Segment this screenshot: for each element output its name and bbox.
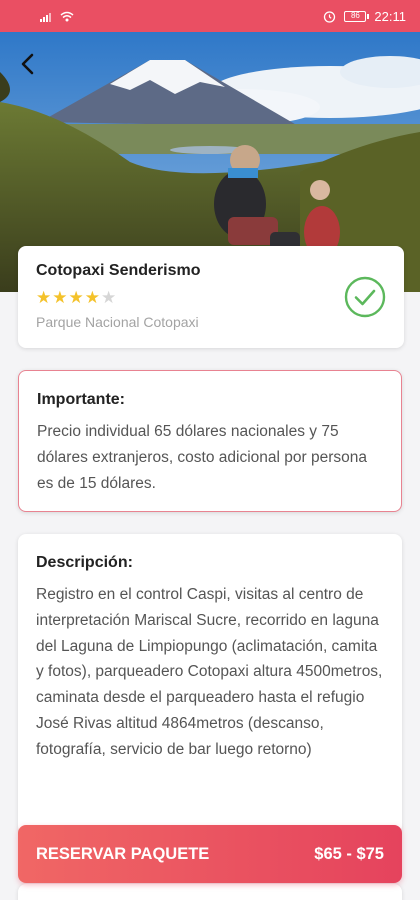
star-icon: ★	[84, 288, 101, 307]
alarm-icon	[324, 10, 336, 23]
important-text: Precio individual 65 dólares nacionales …	[37, 423, 367, 492]
signal-icon	[40, 12, 51, 22]
battery-icon: 86	[344, 10, 370, 22]
package-location: Parque Nacional Cotopaxi	[36, 314, 199, 330]
star-icon: ★	[52, 288, 69, 307]
star-empty-icon: ★	[101, 288, 118, 307]
star-icon: ★	[36, 288, 53, 307]
star-icon: ★	[68, 288, 85, 307]
important-card: Importante: Precio individual 65 dólares…	[18, 370, 402, 512]
status-time: 22:11	[374, 8, 406, 24]
wifi-icon	[60, 11, 74, 21]
description-title: Descripción:	[36, 554, 133, 571]
status-left	[40, 11, 74, 22]
back-button[interactable]	[12, 48, 44, 80]
reserve-label: RESERVAR PAQUETE	[36, 844, 210, 863]
check-circle-icon	[344, 276, 386, 318]
package-title-card: Cotopaxi Senderismo ★★★★★ Parque Naciona…	[18, 246, 404, 348]
reserve-package-button[interactable]: RESERVAR PAQUETE $65 - $75	[18, 825, 402, 883]
next-card	[18, 884, 402, 900]
description-text: Registro en el control Caspi, visitas al…	[36, 586, 383, 758]
back-arrow-icon	[21, 53, 34, 75]
status-right: 86 22:11	[323, 9, 406, 24]
reserve-price: $65 - $75	[314, 844, 384, 863]
status-bar: 86 22:11	[0, 0, 420, 32]
package-name: Cotopaxi Senderismo	[36, 262, 201, 279]
rating-stars: ★★★★★	[36, 288, 386, 308]
description-card: Descripción: Registro en el control Casp…	[18, 534, 402, 834]
important-title: Importante:	[37, 391, 125, 408]
